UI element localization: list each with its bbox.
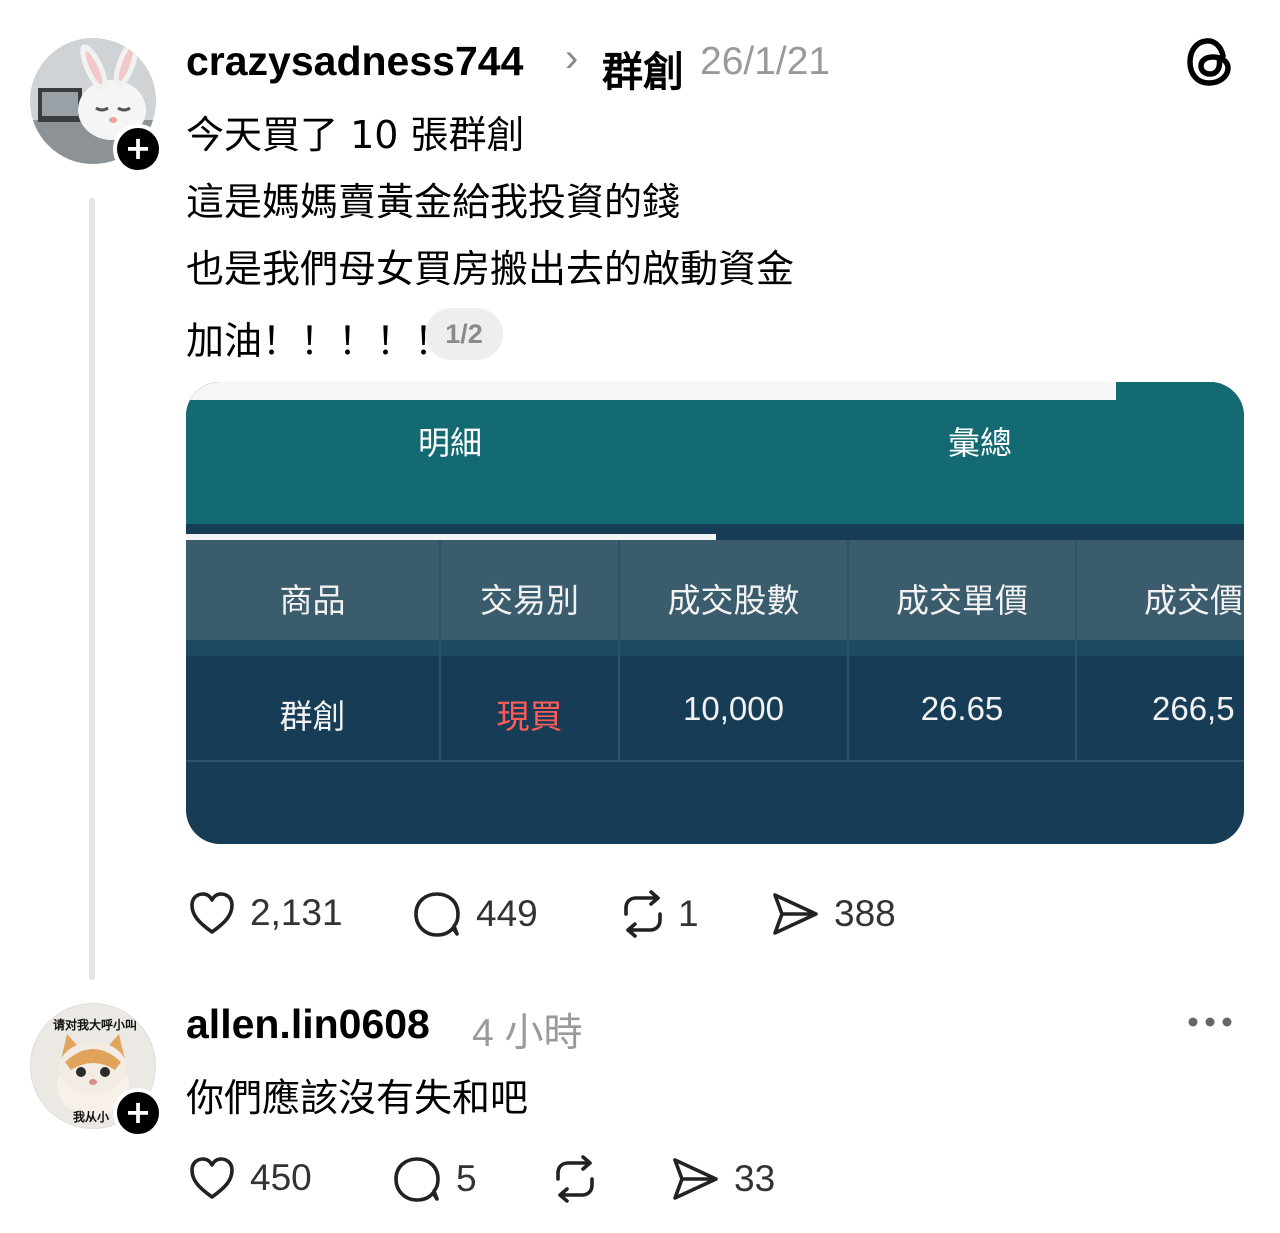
reply-comment-button[interactable]: 5 bbox=[392, 1155, 477, 1203]
header-product: 商品 bbox=[279, 581, 346, 620]
like-button[interactable]: 2,131 bbox=[188, 890, 343, 936]
more-dots-icon[interactable] bbox=[1186, 1015, 1234, 1029]
post-text-line-4: 加油！！！！！ bbox=[186, 319, 453, 363]
comment-bubble-icon bbox=[394, 1157, 440, 1202]
reply-username[interactable]: allen.lin0608 bbox=[186, 1001, 430, 1048]
header-shares: 成交股數 bbox=[667, 581, 800, 620]
follow-author-button[interactable]: + bbox=[113, 124, 163, 174]
reply-share-button[interactable]: 33 bbox=[670, 1155, 775, 1203]
chevron-right-icon: › bbox=[565, 36, 579, 80]
reply-like-button[interactable]: 450 bbox=[188, 1155, 312, 1201]
post-date: 26/1/21 bbox=[700, 40, 831, 83]
reply-share-count: 33 bbox=[734, 1158, 776, 1199]
cell-product: 群創 bbox=[279, 697, 346, 736]
screenshot-top-bar-light bbox=[186, 382, 1116, 400]
comment-bubble-icon bbox=[414, 892, 460, 937]
repost-icon bbox=[624, 890, 662, 938]
trade-screenshot-image[interactable]: 明細 彙總 商品 交易別 成交股數 成交單價 成交價 群創 現買 10,000 … bbox=[186, 382, 1244, 844]
thread-connector-line bbox=[89, 198, 95, 980]
send-icon bbox=[673, 1158, 718, 1200]
reply-repost-button[interactable] bbox=[550, 1155, 600, 1203]
header-total: 成交價 bbox=[1144, 581, 1243, 620]
post-text-line-1: 今天買了 10 張群創 bbox=[186, 113, 525, 157]
like-count: 2,131 bbox=[250, 892, 343, 933]
cell-unit-price: 26.65 bbox=[920, 690, 1004, 727]
image-counter-badge: 1/2 bbox=[425, 308, 503, 360]
tab-detail: 明細 bbox=[417, 424, 482, 462]
reply-comment-count: 5 bbox=[456, 1158, 477, 1199]
repost-count: 1 bbox=[678, 893, 699, 934]
comment-button[interactable]: 449 bbox=[412, 890, 538, 938]
column-divider bbox=[1075, 540, 1077, 760]
comment-count: 449 bbox=[476, 893, 538, 934]
share-count: 388 bbox=[834, 893, 896, 934]
community-tag[interactable]: 群創 bbox=[602, 38, 684, 98]
share-button[interactable]: 388 bbox=[770, 890, 896, 938]
reply-text: 你們應該沒有失和吧 bbox=[186, 1076, 529, 1120]
table-separator bbox=[186, 640, 1244, 656]
repost-icon bbox=[556, 1155, 594, 1203]
avatar-caption-bottom: 我从小 bbox=[72, 1110, 109, 1124]
post-text-line-3: 也是我們母女買房搬出去的啟動資金 bbox=[186, 247, 795, 291]
cell-shares: 10,000 bbox=[683, 690, 784, 727]
avatar-caption-top: 请对我大呼小叫 bbox=[52, 1018, 137, 1032]
threads-logo-icon[interactable] bbox=[1186, 36, 1234, 88]
reply-time: 4 小時 bbox=[472, 1012, 583, 1055]
header-unit-price: 成交單價 bbox=[896, 581, 1028, 620]
heart-icon bbox=[190, 1157, 234, 1199]
row-divider bbox=[186, 760, 1244, 762]
author-username[interactable]: crazysadness744 bbox=[186, 38, 523, 85]
cell-trade-type: 現買 bbox=[496, 697, 563, 736]
send-icon bbox=[773, 893, 818, 935]
heart-icon bbox=[190, 892, 234, 934]
cell-total: 266,5 bbox=[1152, 690, 1235, 727]
tab-summary: 彙總 bbox=[947, 424, 1012, 462]
repost-button[interactable]: 1 bbox=[618, 890, 699, 938]
header-trade-type: 交易別 bbox=[480, 581, 579, 620]
reply-like-count: 450 bbox=[250, 1157, 312, 1198]
post-text-line-2: 這是媽媽賣黃金給我投資的錢 bbox=[186, 180, 681, 224]
follow-reply-author-button[interactable]: + bbox=[113, 1088, 163, 1138]
